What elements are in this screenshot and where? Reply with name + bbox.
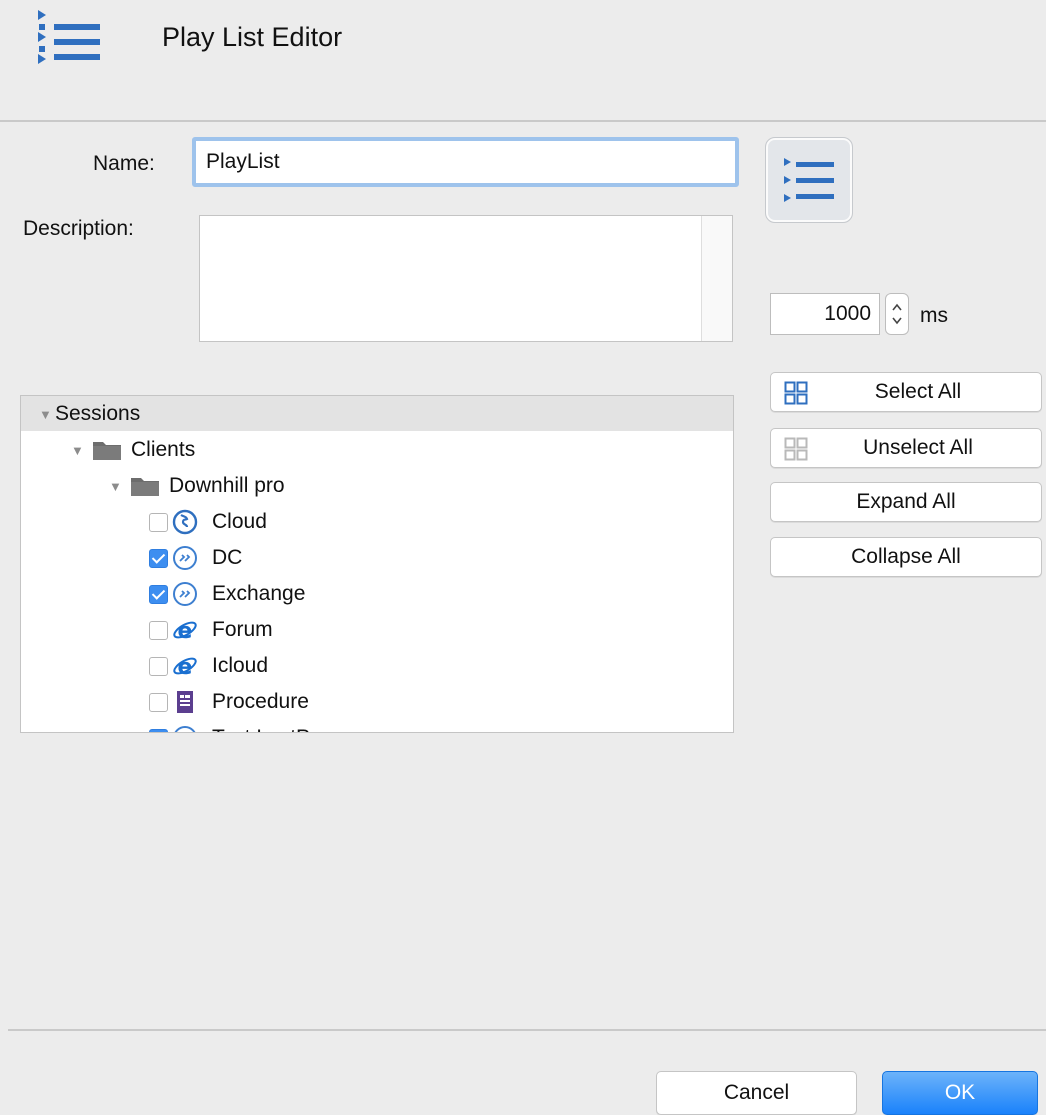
- unselect-all-icon: [784, 437, 808, 461]
- rdp-icon: [172, 725, 198, 732]
- interval-input[interactable]: [770, 293, 880, 335]
- tree-item[interactable]: Cloud: [149, 504, 267, 540]
- tree-folder[interactable]: ▼ Clients: [71, 432, 195, 468]
- tree-row-label: DC: [212, 546, 243, 569]
- tree-item[interactable]: e Icloud: [149, 648, 268, 684]
- disclosure-triangle-icon[interactable]: ▼: [109, 479, 125, 494]
- tree-row-label: Test LastPass: [212, 726, 343, 732]
- rdp-icon: [172, 581, 198, 607]
- tree-row-label: Cloud: [212, 510, 267, 533]
- tree-row-label: Exchange: [212, 582, 306, 605]
- item-checkbox[interactable]: [149, 656, 168, 676]
- tree-item[interactable]: Procedure: [149, 684, 309, 720]
- collapse-all-button[interactable]: Collapse All: [770, 537, 1042, 577]
- item-checkbox[interactable]: [149, 728, 168, 732]
- name-field[interactable]: [192, 137, 739, 187]
- tree-row-label: Clients: [131, 438, 196, 461]
- tree-item[interactable]: Test LastPass: [149, 720, 343, 732]
- folder-icon: [131, 476, 159, 496]
- svg-text:e: e: [178, 655, 193, 679]
- name-label: Name:: [93, 152, 155, 175]
- description-field[interactable]: [199, 215, 733, 342]
- interval-stepper[interactable]: [885, 293, 909, 335]
- cancel-button[interactable]: Cancel: [656, 1071, 857, 1115]
- interval-unit: ms: [920, 304, 948, 327]
- unselect-all-label: Unselect All: [863, 436, 973, 459]
- description-scrollbar[interactable]: [701, 216, 732, 341]
- web-icon: [172, 509, 198, 535]
- tree-row-label: Procedure: [212, 690, 309, 713]
- item-checkbox[interactable]: [149, 584, 168, 604]
- playlist-icon: [784, 158, 834, 202]
- item-checkbox[interactable]: [149, 692, 168, 712]
- disclosure-triangle-icon[interactable]: ▼: [71, 443, 87, 458]
- tree-row-label: Downhill pro: [169, 474, 285, 497]
- tree-item[interactable]: Exchange: [149, 576, 305, 612]
- footer-divider: [8, 1029, 1046, 1031]
- session-tree[interactable]: ▼ Sessions ▼ Clients ▼ Downhill pro Cloud DC E…: [20, 395, 734, 733]
- ie-icon: e: [172, 617, 198, 644]
- rdp-icon: [172, 545, 198, 571]
- svg-text:e: e: [178, 619, 193, 643]
- tree-item[interactable]: DC: [149, 540, 242, 576]
- folder-icon: [93, 440, 121, 460]
- disclosure-triangle-icon[interactable]: ▼: [39, 407, 55, 422]
- ok-button[interactable]: OK: [882, 1071, 1038, 1115]
- select-all-label: Select All: [874, 380, 962, 403]
- header-divider: [0, 120, 1046, 122]
- playlist-icon-button[interactable]: [765, 137, 853, 223]
- tree-folder[interactable]: ▼ Downhill pro: [109, 468, 285, 504]
- tree-root[interactable]: ▼ Sessions: [39, 396, 140, 432]
- expand-all-button[interactable]: Expand All: [770, 482, 1042, 522]
- tree-item[interactable]: e Forum: [149, 612, 273, 648]
- tree-row-label: Forum: [212, 618, 273, 641]
- item-checkbox[interactable]: [149, 620, 168, 640]
- item-checkbox[interactable]: [149, 512, 168, 532]
- unselect-all-button[interactable]: Unselect All: [770, 428, 1042, 468]
- playlist-icon: [38, 10, 100, 64]
- description-label: Description:: [23, 217, 134, 240]
- tree-row-label: Icloud: [212, 654, 269, 677]
- select-all-button[interactable]: Select All: [770, 372, 1042, 412]
- tree-root-label: Sessions: [55, 402, 141, 425]
- stepper-arrows-icon: [892, 303, 902, 325]
- item-checkbox[interactable]: [149, 548, 168, 568]
- window-title: Play List Editor: [162, 22, 343, 52]
- document-icon: [172, 689, 198, 715]
- select-all-icon: [784, 381, 808, 405]
- ie-icon: e: [172, 653, 198, 680]
